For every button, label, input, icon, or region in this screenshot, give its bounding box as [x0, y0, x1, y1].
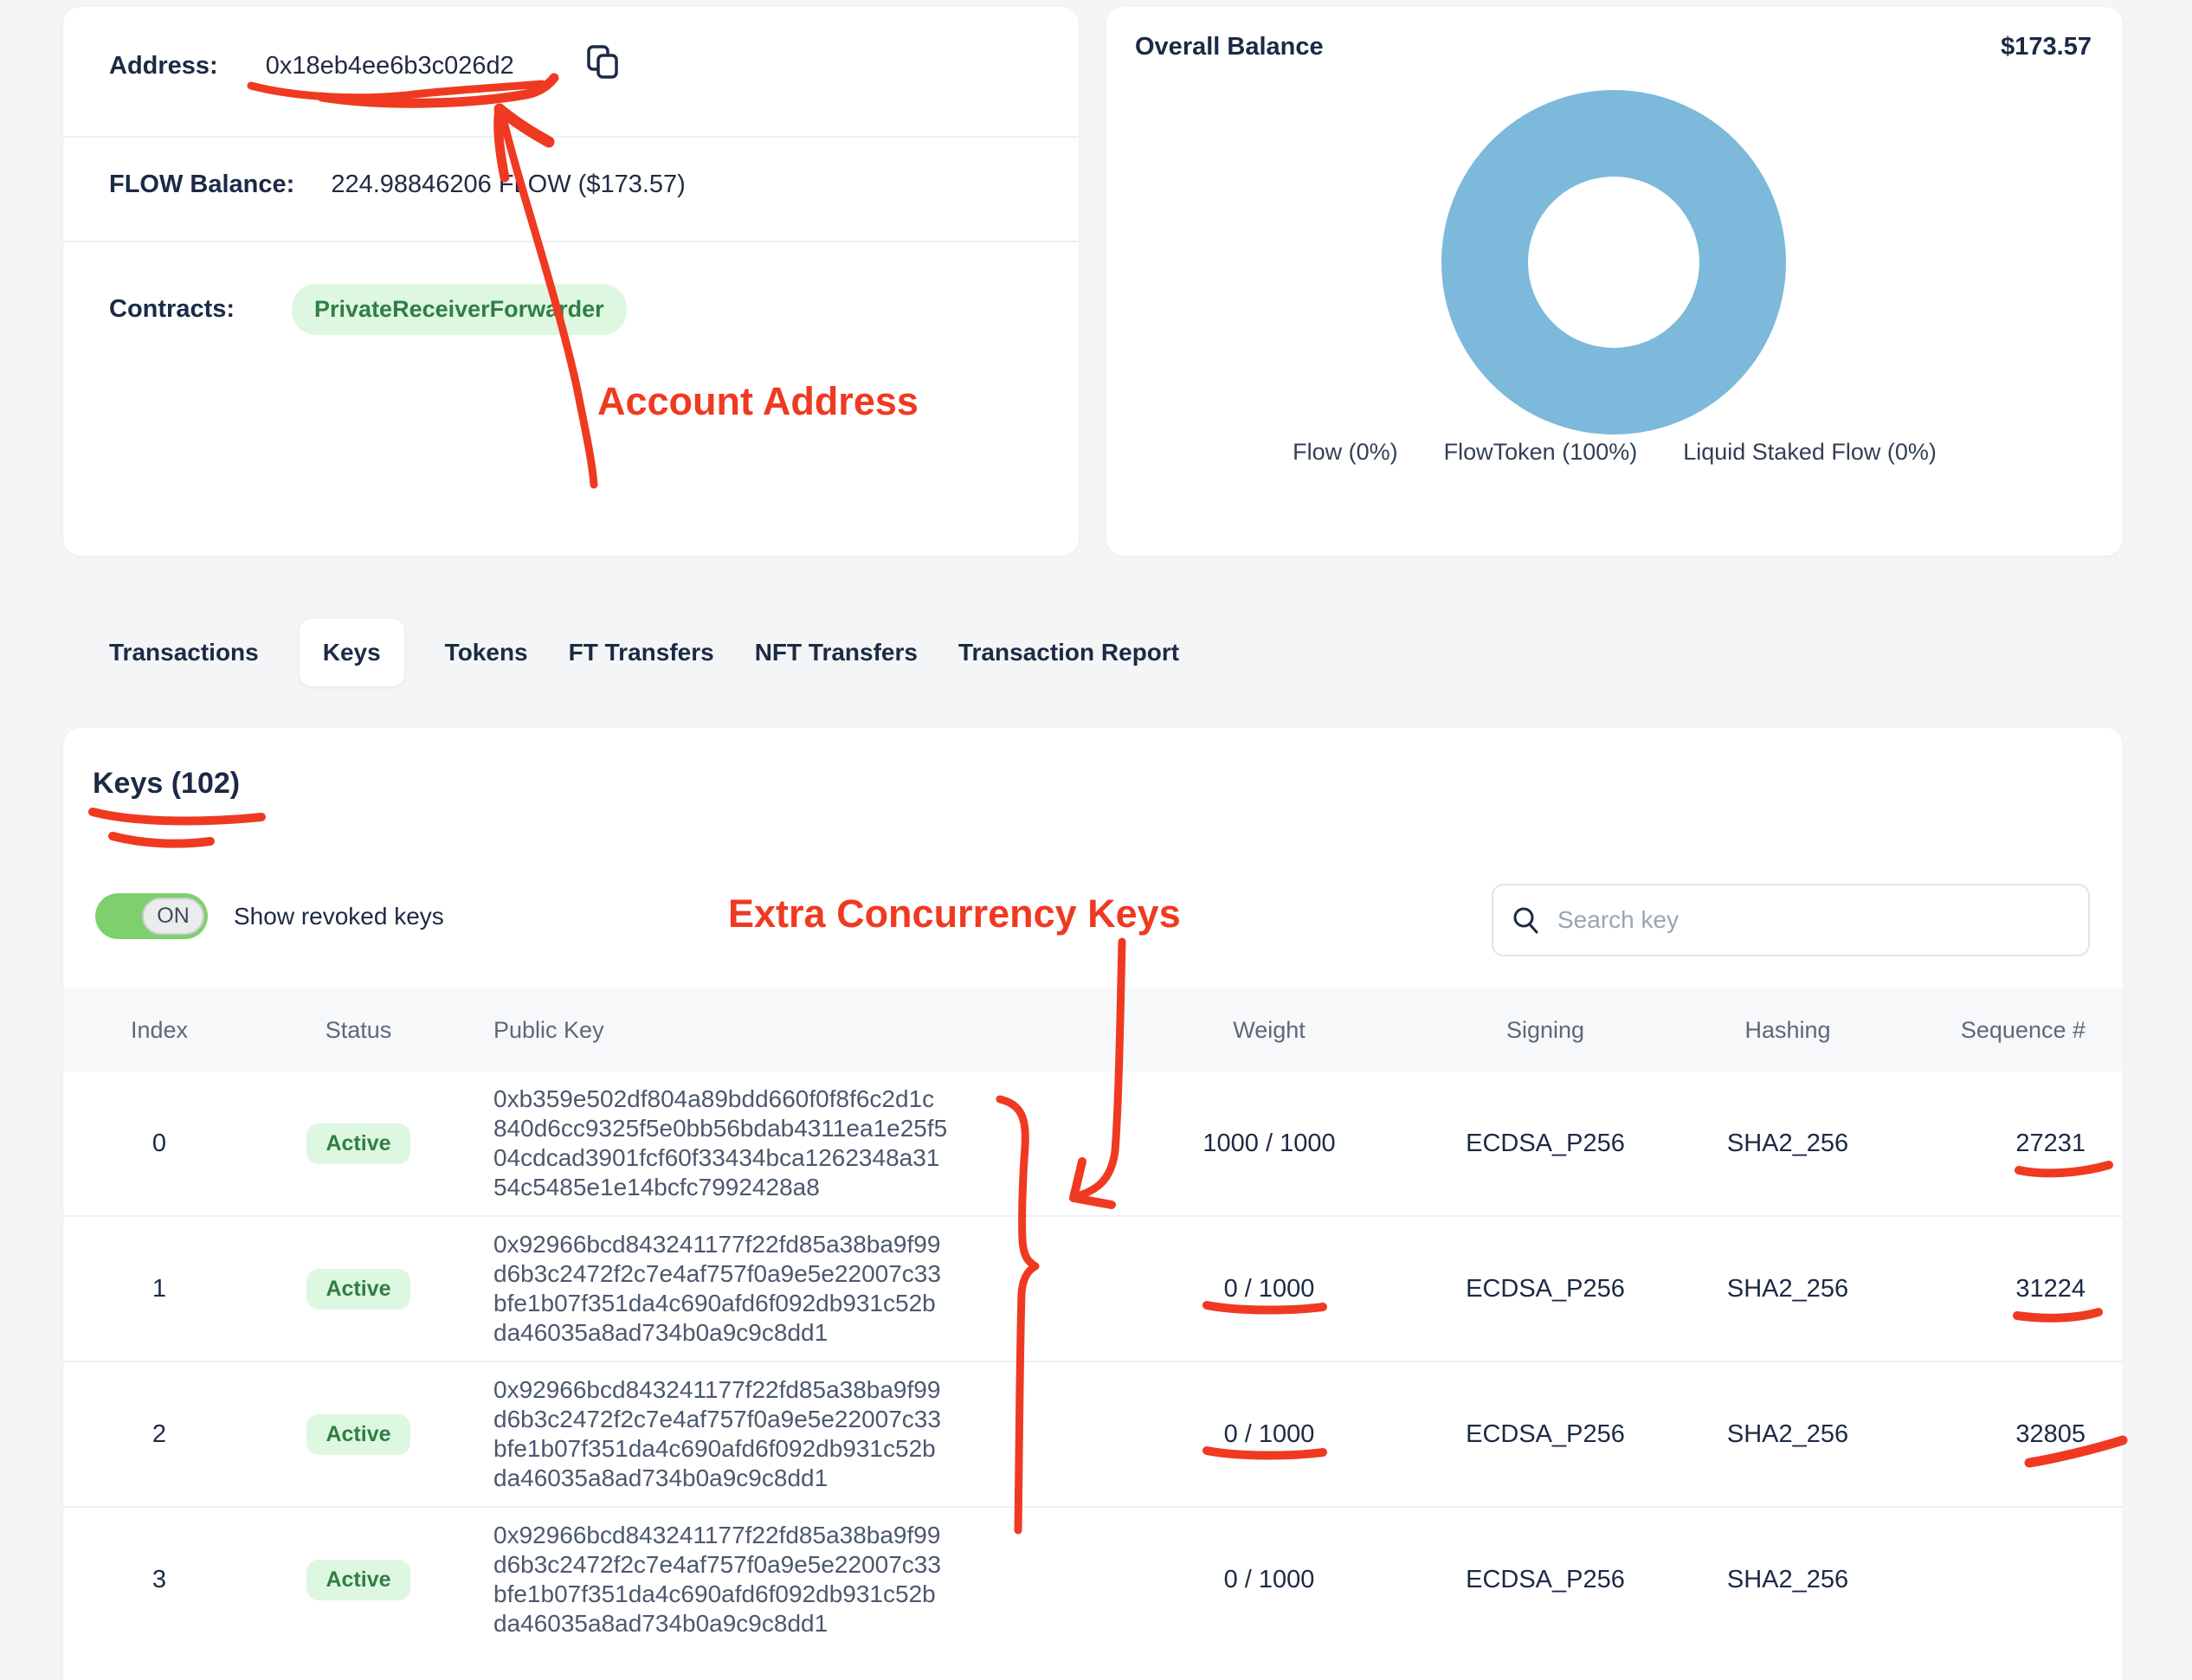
- key-index: 2: [63, 1420, 255, 1449]
- key-hashing: SHA2_256: [1689, 1275, 1886, 1303]
- toggle-knob: ON: [142, 898, 204, 935]
- overall-balance-card: Overall Balance $173.57 Flow (0%) FlowTo…: [1106, 7, 2123, 556]
- tab-ft-transfers[interactable]: FT Transfers: [569, 619, 714, 686]
- key-weight: 0 / 1000: [1137, 1566, 1402, 1594]
- key-index: 0: [63, 1130, 255, 1158]
- status-badge: Active: [306, 1269, 409, 1310]
- key-weight: 0 / 1000: [1137, 1420, 1402, 1449]
- legend-item-flow: Flow (0%): [1293, 439, 1398, 466]
- keys-table: Index Status Public Key Weight Signing H…: [63, 988, 2123, 1651]
- divider: [63, 241, 1079, 242]
- flow-balance-value: 224.98846206 FLOW ($173.57): [331, 171, 686, 199]
- table-row: 2 Active 0x92966bcd843241177f22fd85a38ba…: [63, 1362, 2123, 1508]
- copy-icon: [582, 42, 623, 83]
- key-signing: ECDSA_P256: [1402, 1566, 1689, 1594]
- key-sequence: 27231: [1886, 1130, 2123, 1158]
- keys-panel: Keys (102) ON Show revoked keys Index St…: [63, 728, 2123, 1680]
- key-weight: 1000 / 1000: [1137, 1130, 1402, 1158]
- address-value: 0x18eb4ee6b3c026d2: [266, 52, 514, 80]
- address-label: Address:: [109, 52, 218, 80]
- column-header-sequence: Sequence #: [1886, 1017, 2123, 1044]
- tab-keys[interactable]: Keys: [300, 619, 404, 686]
- search-input[interactable]: [1556, 905, 2071, 935]
- divider: [63, 136, 1079, 138]
- tab-transactions[interactable]: Transactions: [109, 619, 259, 686]
- key-weight: 0 / 1000: [1137, 1275, 1402, 1303]
- column-header-public-key: Public Key: [461, 1017, 1137, 1044]
- column-header-status: Status: [255, 1017, 461, 1044]
- key-hashing: SHA2_256: [1689, 1130, 1886, 1158]
- key-signing: ECDSA_P256: [1402, 1275, 1689, 1303]
- key-signing: ECDSA_P256: [1402, 1130, 1689, 1158]
- tab-nft-transfers[interactable]: NFT Transfers: [755, 619, 918, 686]
- status-badge: Active: [306, 1414, 409, 1455]
- balance-donut-chart: [1432, 80, 1796, 444]
- keys-title: Keys (102): [93, 767, 240, 801]
- donut-legend: Flow (0%) FlowToken (100%) Liquid Staked…: [1106, 439, 2123, 466]
- account-summary-card: Address: 0x18eb4ee6b3c026d2 FLOW Balance…: [63, 7, 1079, 556]
- account-tabs: Transactions Keys Tokens FT Transfers NF…: [109, 619, 1179, 686]
- copy-address-button[interactable]: [582, 42, 623, 83]
- public-key: 0x92966bcd843241177f22fd85a38ba9f99 d6b3…: [461, 1521, 1137, 1638]
- status-badge: Active: [306, 1123, 409, 1164]
- table-row: 3 Active 0x92966bcd843241177f22fd85a38ba…: [63, 1508, 2123, 1651]
- public-key: 0x92966bcd843241177f22fd85a38ba9f99 d6b3…: [461, 1230, 1137, 1348]
- table-row: 0 Active 0xb359e502df804a89bdd660f0f8f6c…: [63, 1072, 2123, 1217]
- column-header-signing: Signing: [1402, 1017, 1689, 1044]
- column-header-weight: Weight: [1137, 1017, 1402, 1044]
- key-hashing: SHA2_256: [1689, 1420, 1886, 1449]
- toggle-label: Show revoked keys: [234, 903, 444, 930]
- balance-total-value: $173.57: [2001, 33, 2092, 61]
- tab-transaction-report[interactable]: Transaction Report: [958, 619, 1179, 686]
- status-badge: Active: [306, 1560, 409, 1600]
- contracts-row: Contracts: PrivateReceiverForwarder: [109, 285, 1044, 333]
- key-sequence: 32805: [1886, 1420, 2123, 1449]
- contracts-label: Contracts:: [109, 295, 235, 324]
- revoked-keys-control: ON Show revoked keys: [95, 893, 444, 939]
- keys-table-header: Index Status Public Key Weight Signing H…: [63, 988, 2123, 1072]
- key-index: 3: [63, 1566, 255, 1594]
- flow-balance-label: FLOW Balance:: [109, 171, 294, 199]
- show-revoked-toggle[interactable]: ON: [95, 893, 208, 939]
- public-key: 0xb359e502df804a89bdd660f0f8f6c2d1c 840d…: [461, 1085, 1137, 1202]
- flow-balance-row: FLOW Balance: 224.98846206 FLOW ($173.57…: [109, 155, 1044, 214]
- key-index: 1: [63, 1275, 255, 1303]
- table-row: 1 Active 0x92966bcd843241177f22fd85a38ba…: [63, 1217, 2123, 1362]
- column-header-hashing: Hashing: [1689, 1017, 1886, 1044]
- legend-item-flowtoken: FlowToken (100%): [1444, 439, 1638, 466]
- key-signing: ECDSA_P256: [1402, 1420, 1689, 1449]
- key-hashing: SHA2_256: [1689, 1566, 1886, 1594]
- public-key: 0x92966bcd843241177f22fd85a38ba9f99 d6b3…: [461, 1375, 1137, 1493]
- key-sequence: 31224: [1886, 1275, 2123, 1303]
- contract-badge[interactable]: PrivateReceiverForwarder: [292, 284, 627, 335]
- key-search: [1492, 884, 2090, 956]
- address-row: Address: 0x18eb4ee6b3c026d2: [109, 36, 1044, 95]
- balance-card-title: Overall Balance: [1135, 33, 1324, 61]
- column-header-index: Index: [63, 1017, 255, 1044]
- search-icon: [1511, 904, 1542, 936]
- tab-tokens[interactable]: Tokens: [445, 619, 528, 686]
- legend-item-liquid-staked: Liquid Staked Flow (0%): [1683, 439, 1937, 466]
